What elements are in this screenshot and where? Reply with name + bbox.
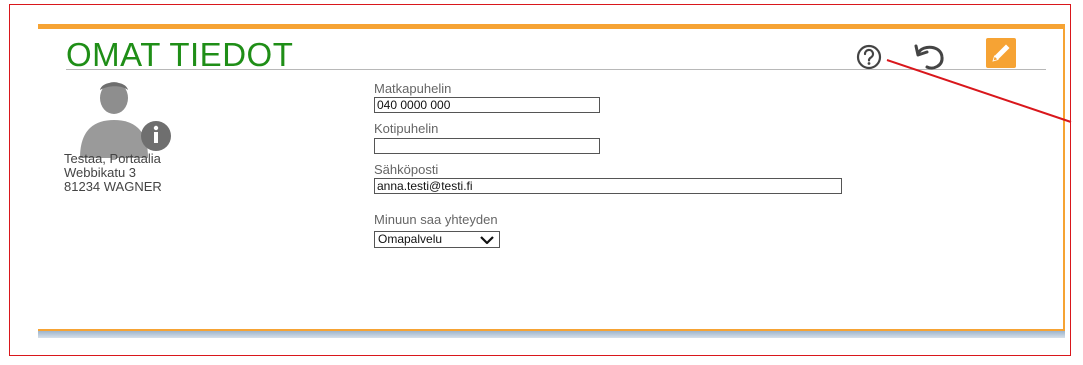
email-label: Sähköposti — [374, 162, 439, 177]
profile-city: 81234 WAGNER — [64, 179, 162, 194]
mobile-field[interactable]: 040 0000 000 — [374, 97, 600, 113]
profile-name: Testaa, Portaalia — [64, 151, 161, 166]
contact-method-value: Omapalvelu — [378, 232, 443, 246]
chevron-down-icon — [480, 236, 494, 245]
contact-method-label: Minuun saa yhteyden — [374, 212, 498, 227]
profile-street: Webbikatu 3 — [64, 165, 137, 180]
address-block: Testaa, Portaalia Webbikatu 3 81234 WAGN… — [64, 152, 162, 194]
title-divider — [66, 69, 1046, 70]
contact-method-select[interactable]: Omapalvelu — [374, 231, 500, 248]
email-field[interactable]: anna.testi@testi.fi — [374, 178, 842, 194]
mobile-label: Matkapuhelin — [374, 81, 452, 96]
home-phone-field[interactable] — [374, 138, 600, 154]
help-icon[interactable] — [854, 42, 884, 72]
home-phone-label: Kotipuhelin — [374, 121, 439, 136]
user-avatar-icon — [80, 82, 171, 158]
panel-bottom-bar — [38, 331, 1065, 338]
edit-icon[interactable] — [986, 38, 1016, 68]
undo-icon[interactable] — [913, 42, 947, 72]
